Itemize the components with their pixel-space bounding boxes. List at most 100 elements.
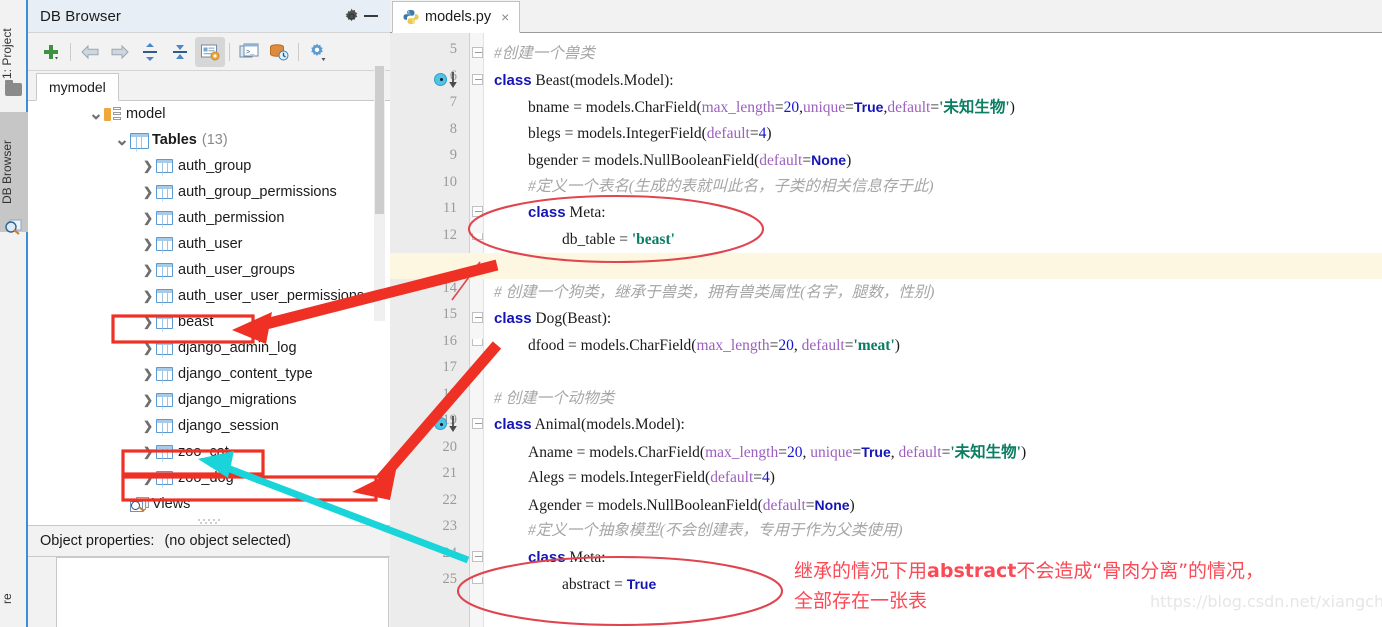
code-line[interactable]: class Meta: <box>528 200 606 226</box>
code-line[interactable]: bname = models.CharField(max_length=20,u… <box>528 94 1015 120</box>
code-line[interactable]: dfood = models.CharField(max_length=20, … <box>528 333 900 359</box>
object-properties-bar: Object properties: (no object selected) <box>28 525 390 557</box>
sidebar-tab-structure[interactable]: re <box>0 575 28 623</box>
chevron-right-icon[interactable]: ❯ <box>140 211 156 225</box>
table-icon <box>156 236 173 252</box>
editor-tab-models-py[interactable]: models.py × <box>392 1 521 33</box>
tree-item-auth-permission[interactable]: ❯ auth_permission <box>28 205 390 231</box>
code-line[interactable]: Alegs = models.IntegerField(default=4) <box>528 465 775 491</box>
tree-item-auth-user-groups[interactable]: ❯ auth_user_groups <box>28 257 390 283</box>
fold-end-marker[interactable] <box>472 338 483 346</box>
views-icon <box>130 496 149 512</box>
chevron-right-icon[interactable]: ❯ <box>140 471 156 485</box>
editor-tab-label: models.py <box>425 9 492 25</box>
tree-item-model[interactable]: ⌄ model <box>28 101 390 127</box>
code-content-area[interactable]: #创建一个兽类 class Beast(models.Model): bname =… <box>390 33 1382 627</box>
tree-item-beast[interactable]: ❯ beast <box>28 309 390 335</box>
add-button[interactable] <box>36 37 66 67</box>
fold-end-marker[interactable] <box>472 577 483 584</box>
tree-scrollbar-thumb[interactable] <box>375 66 384 214</box>
db-tab-mymodel[interactable]: mymodel <box>36 73 119 101</box>
back-button[interactable] <box>75 37 105 67</box>
expand-vertical-icon[interactable] <box>135 37 165 67</box>
table-icon <box>156 262 173 278</box>
code-line[interactable]: bgender = models.NullBooleanField(defaul… <box>528 147 851 173</box>
fold-collapse-marker[interactable] <box>472 206 483 217</box>
tree-item-tables[interactable]: ⌄ Tables (13) <box>28 127 390 153</box>
code-line[interactable]: Aname = models.CharField(max_length=20, … <box>528 439 1026 465</box>
db-history-icon[interactable] <box>264 37 294 67</box>
chevron-right-icon[interactable]: ❯ <box>140 159 156 173</box>
console-icon[interactable]: >_ <box>234 37 264 67</box>
tree-item-label: django_admin_log <box>178 340 297 356</box>
tree-item-auth-group[interactable]: ❯ auth_group <box>28 153 390 179</box>
chevron-down-icon[interactable]: ⌄ <box>88 105 104 122</box>
code-line[interactable]: class Beast(models.Model): <box>494 68 674 94</box>
tree-item-django-migrations[interactable]: ❯ django_migrations <box>28 387 390 413</box>
fold-collapse-marker[interactable] <box>472 73 483 85</box>
gear-dropdown-icon[interactable] <box>303 37 333 67</box>
minimize-icon[interactable] <box>364 15 378 17</box>
watermark-text: https://blog.csdn.net/xiangchi7 <box>1150 592 1382 611</box>
code-folding-column[interactable] <box>470 33 484 627</box>
chevron-right-icon[interactable]: ❯ <box>140 367 156 381</box>
code-line[interactable]: db_table = 'beast' <box>562 227 675 253</box>
collapse-vertical-icon[interactable] <box>165 37 195 67</box>
chevron-right-icon[interactable]: ❯ <box>140 393 156 407</box>
properties-panel-icon[interactable] <box>195 36 225 67</box>
close-icon[interactable]: × <box>501 9 509 25</box>
code-line[interactable]: Agender = models.NullBooleanField(defaul… <box>528 492 855 518</box>
table-icon <box>156 444 173 460</box>
tree-item-django-admin-log[interactable]: ❯ django_admin_log <box>28 335 390 361</box>
chevron-right-icon[interactable]: ❯ <box>140 263 156 277</box>
chevron-right-icon[interactable]: ❯ <box>140 289 156 303</box>
fold-collapse-marker[interactable] <box>472 418 483 429</box>
chevron-right-icon[interactable]: ❯ <box>140 341 156 355</box>
fold-collapse-marker[interactable] <box>472 312 483 323</box>
chevron-right-icon[interactable]: ❯ <box>140 315 156 329</box>
line-number: 7 <box>449 94 457 110</box>
tree-item-django-content-type[interactable]: ❯ django_content_type <box>28 361 390 387</box>
tree-item-django-session[interactable]: ❯ django_session <box>28 413 390 439</box>
code-line[interactable]: #定义一个抽象模型(不会创建表，专用于作为父类使用) <box>528 518 903 544</box>
tree-item-label: auth_permission <box>178 210 285 226</box>
override-method-icon[interactable] <box>434 71 458 89</box>
tree-item-zoo-cat[interactable]: ❯ zoo_cat <box>28 439 390 465</box>
line-number: 17 <box>442 359 458 375</box>
code-line[interactable]: abstract = True <box>562 571 656 597</box>
splitter-grip[interactable] <box>198 519 226 524</box>
tree-item-auth-group-permissions[interactable]: ❯ auth_group_permissions <box>28 179 390 205</box>
tree-item-auth-user-user-permissions[interactable]: ❯ auth_user_user_permissions <box>28 283 390 309</box>
tree-item-label: django_content_type <box>178 366 313 382</box>
line-number: 12 <box>442 226 458 243</box>
code-line[interactable]: #定义一个表名(生成的表就叫此名，子类的相关信息存于此) <box>528 174 934 200</box>
code-line[interactable]: # 创建一个狗类，继承于兽类，拥有兽类属性(名字，腿数，性别) <box>494 280 934 306</box>
tree-item-label: auth_user_user_permissions <box>178 288 365 304</box>
chevron-right-icon[interactable]: ❯ <box>140 419 156 433</box>
line-number: 23 <box>442 518 458 534</box>
chevron-right-icon[interactable]: ❯ <box>140 445 156 459</box>
database-tree[interactable]: ⌄ model ⌄ Tables (13) ❯ auth_group ❯ auth_group_… <box>28 101 390 525</box>
fold-collapse-marker[interactable] <box>472 550 483 562</box>
code-line[interactable]: class Meta: <box>528 545 606 571</box>
chevron-right-icon[interactable]: ❯ <box>140 237 156 251</box>
tree-item-zoo-dog[interactable]: ❯ zoo_dog <box>28 465 390 491</box>
fold-end-marker[interactable] <box>472 232 483 240</box>
gear-icon[interactable] <box>338 3 364 29</box>
code-line[interactable]: #创建一个兽类 <box>494 41 595 67</box>
override-method-icon[interactable] <box>434 415 458 433</box>
tree-scrollbar[interactable] <box>374 66 385 321</box>
code-line[interactable]: class Dog(Beast): <box>494 306 611 332</box>
line-number-gutter[interactable]: 5678910111213141516171819202122232425 <box>390 33 470 627</box>
chevron-right-icon[interactable]: ❯ <box>140 185 156 199</box>
tree-item-auth-user[interactable]: ❯ auth_user <box>28 231 390 257</box>
tree-item-views[interactable]: Views <box>28 491 390 517</box>
chevron-down-icon[interactable]: ⌄ <box>114 131 130 148</box>
sidebar-tab-db-browser[interactable]: DB Browser <box>0 112 28 232</box>
fold-collapse-marker[interactable] <box>472 47 483 58</box>
code-line[interactable]: # 创建一个动物类 <box>494 386 614 412</box>
code-line[interactable]: blegs = models.IntegerField(default=4) <box>528 121 772 147</box>
code-line[interactable]: class Animal(models.Model): <box>494 412 685 438</box>
forward-button[interactable] <box>105 37 135 67</box>
annotation-note-line1: 继承的情况下用abstract不会造成“骨肉分离”的情况， <box>794 560 1265 582</box>
